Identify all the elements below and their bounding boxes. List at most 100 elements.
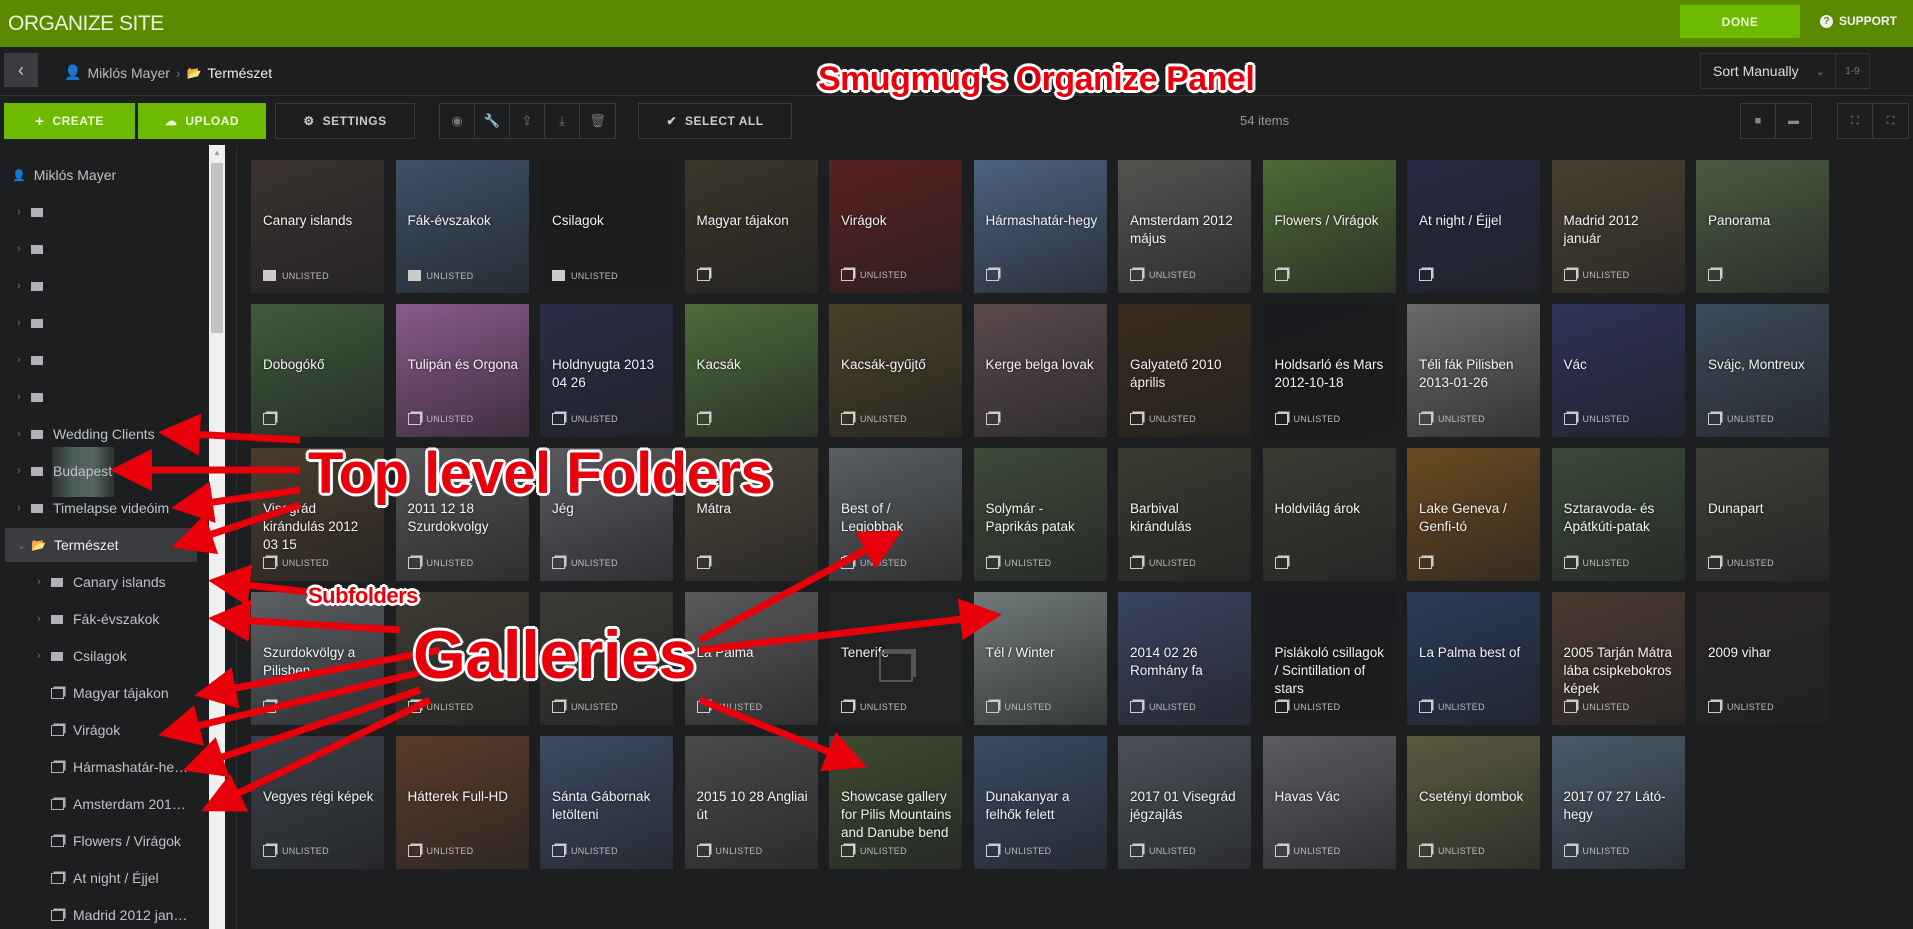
scroll-up-arrow[interactable]: ▲ bbox=[213, 148, 221, 157]
gallery-tile[interactable]: Madrid 2012 január UNLISTED bbox=[1551, 160, 1685, 293]
folder-tile[interactable]: Canary islands UNLISTED bbox=[251, 160, 384, 293]
gallery-tile[interactable]: Dunakanyar a felhők felett UNLISTED bbox=[973, 736, 1107, 869]
gallery-tile[interactable]: Hátterek Full-HD UNLISTED bbox=[395, 736, 529, 869]
sidebar-item[interactable]: › Timelapse videóim bbox=[0, 491, 192, 525]
sidebar-item[interactable]: Madrid 2012 jan… bbox=[0, 898, 192, 929]
sort-range-button[interactable]: 1-9 bbox=[1835, 54, 1869, 88]
gallery-tile[interactable]: 2015 10 28 Angliai út UNLISTED bbox=[684, 736, 818, 869]
sidebar-item[interactable]: › bbox=[0, 232, 192, 266]
sidebar-item[interactable]: › Canary islands bbox=[0, 565, 192, 599]
sidebar-item[interactable]: › bbox=[0, 195, 192, 229]
view-tile-icon[interactable]: ■ bbox=[1741, 104, 1776, 138]
gallery-tile[interactable]: At night / Éjjel bbox=[1407, 160, 1540, 293]
share-icon[interactable]: ⇪ bbox=[510, 104, 545, 138]
download-icon[interactable]: ⤓ bbox=[545, 104, 580, 138]
sidebar-item[interactable]: At night / Éjjel bbox=[0, 861, 192, 895]
gallery-tile[interactable]: Solymár - Paprikás patak UNLISTED bbox=[973, 448, 1107, 581]
sidebar-item[interactable]: › Wedding Clients bbox=[0, 417, 192, 451]
wrench-icon[interactable]: 🔧 bbox=[475, 104, 510, 138]
gallery-tile[interactable]: Holdnyugta 2013 04 26 UNLISTED bbox=[540, 304, 673, 437]
back-button[interactable]: ‹ bbox=[4, 53, 38, 87]
sort-dropdown[interactable]: Sort Manually ⌄ 1-9 bbox=[1700, 53, 1870, 89]
sidebar-item[interactable]: Hármashatár-he… bbox=[0, 750, 192, 784]
compress-icon[interactable]: ⛶ bbox=[1873, 104, 1908, 138]
gallery-tile[interactable]: Sánta Gábornak letölteni UNLISTED bbox=[540, 736, 673, 869]
view-caption-icon[interactable]: ▬ bbox=[1776, 104, 1811, 138]
expand-icon[interactable]: ⛶ bbox=[1838, 104, 1873, 138]
gallery-tile[interactable]: Kacsák bbox=[684, 304, 818, 437]
sidebar-item[interactable]: Amsterdam 201… bbox=[0, 787, 192, 821]
gallery-tile[interactable]: Tél / Winter UNLISTED bbox=[973, 592, 1107, 725]
sidebar-scrollbar[interactable]: ▲ bbox=[209, 145, 225, 929]
upload-button[interactable]: ☁ UPLOAD bbox=[138, 103, 266, 139]
gallery-tile[interactable]: Kacsák-gyűjtő UNLISTED bbox=[829, 304, 962, 437]
gallery-tile[interactable]: Galyatető 2010 április UNLISTED bbox=[1118, 304, 1251, 437]
chevron-right-icon[interactable]: › bbox=[17, 428, 31, 440]
chevron-right-icon[interactable]: › bbox=[17, 391, 31, 403]
chevron-down-icon[interactable]: ⌄ bbox=[17, 539, 31, 552]
gallery-tile[interactable]: Amsterdam 2012 május UNLISTED bbox=[1118, 160, 1251, 293]
sidebar-item[interactable]: › Csilagok bbox=[0, 639, 192, 673]
sidebar-item[interactable]: › bbox=[0, 343, 192, 377]
chevron-right-icon[interactable]: › bbox=[37, 576, 51, 588]
eye-icon[interactable]: ◉ bbox=[440, 104, 475, 138]
gallery-tile[interactable]: Vegyes régi képek UNLISTED bbox=[251, 736, 384, 869]
chevron-right-icon[interactable]: › bbox=[17, 317, 31, 329]
gallery-tile[interactable]: Havas Vác UNLISTED bbox=[1262, 736, 1396, 869]
sidebar-item[interactable]: Flowers / Virágok bbox=[0, 824, 192, 858]
gallery-tile[interactable]: Virágok UNLISTED bbox=[829, 160, 962, 293]
chevron-right-icon[interactable]: › bbox=[17, 206, 31, 218]
chevron-right-icon[interactable]: › bbox=[17, 465, 31, 477]
gallery-tile[interactable]: Tulipán és Orgona UNLISTED bbox=[395, 304, 529, 437]
folder-tile[interactable]: Fák-évszakok UNLISTED bbox=[395, 160, 529, 293]
sidebar-item[interactable]: › bbox=[0, 380, 192, 414]
create-button[interactable]: + CREATE bbox=[4, 103, 135, 139]
gallery-tile[interactable]: Kerge belga lovak bbox=[973, 304, 1107, 437]
gallery-tile[interactable]: Lake Geneva / Genfi-tó bbox=[1407, 448, 1540, 581]
settings-button[interactable]: ⚙ SETTINGS bbox=[275, 103, 415, 139]
gallery-tile[interactable]: Magyar tájakon bbox=[684, 160, 818, 293]
sidebar-item[interactable]: › bbox=[0, 306, 192, 340]
scrollbar-thumb[interactable] bbox=[211, 163, 223, 333]
chevron-right-icon[interactable]: › bbox=[17, 502, 31, 514]
gallery-tile[interactable]: Panorama bbox=[1696, 160, 1829, 293]
gallery-tile[interactable]: Sztaravoda- és Apátkúti-patak UNLISTED bbox=[1551, 448, 1685, 581]
gallery-tile[interactable]: Csetényi dombok UNLISTED bbox=[1407, 736, 1540, 869]
gallery-tile[interactable]: Dobogókő bbox=[251, 304, 384, 437]
sidebar-item[interactable]: › bbox=[0, 269, 192, 303]
gallery-tile[interactable]: Szurdokvölgy a Pilisben bbox=[251, 592, 384, 725]
gallery-tile[interactable]: 2017 01 Visegrád jégzajlás UNLISTED bbox=[1118, 736, 1251, 869]
breadcrumb-user[interactable]: Miklós Mayer bbox=[87, 65, 169, 81]
sidebar-item[interactable]: Virágok bbox=[0, 713, 192, 747]
select-all-button[interactable]: ✔ SELECT ALL bbox=[638, 103, 792, 139]
gallery-tile[interactable]: Hármashatár-hegy bbox=[973, 160, 1107, 293]
chevron-right-icon[interactable]: › bbox=[17, 243, 31, 255]
sidebar-item[interactable]: ⌄ 📂 Természet bbox=[5, 528, 197, 562]
gallery-tile[interactable]: La Palma UNLISTED bbox=[684, 592, 818, 725]
trash-icon[interactable]: 🗑 bbox=[580, 104, 615, 138]
gallery-tile[interactable]: 2014 02 26 Romhány fa UNLISTED bbox=[1118, 592, 1251, 725]
chevron-right-icon[interactable]: › bbox=[17, 280, 31, 292]
chevron-right-icon[interactable]: › bbox=[37, 650, 51, 662]
gallery-tile[interactable]: 2009 vihar UNLISTED bbox=[1696, 592, 1829, 725]
gallery-tile[interactable]: Vác UNLISTED bbox=[1551, 304, 1685, 437]
gallery-tile[interactable]: Holdvilág árok bbox=[1262, 448, 1396, 581]
gallery-tile[interactable]: Svájc, Montreux UNLISTED bbox=[1696, 304, 1829, 437]
done-button[interactable]: DONE bbox=[1680, 5, 1800, 38]
gallery-tile[interactable]: Showcase gallery for Pilis Mountains and… bbox=[829, 736, 962, 869]
gallery-tile[interactable]: Holdsarló és Mars 2012-10-18 UNLISTED bbox=[1262, 304, 1396, 437]
gallery-tile[interactable]: Dunapart UNLISTED bbox=[1696, 448, 1829, 581]
gallery-tile[interactable]: Best of / Legjobbak UNLISTED bbox=[829, 448, 962, 581]
gallery-tile[interactable]: Flowers / Virágok bbox=[1262, 160, 1396, 293]
gallery-tile[interactable]: Barbival kirándulás UNLISTED bbox=[1118, 448, 1251, 581]
sidebar-item[interactable]: Magyar tájakon bbox=[0, 676, 192, 710]
chevron-right-icon[interactable]: › bbox=[37, 613, 51, 625]
gallery-tile[interactable]: Pislákoló csillagok / Scintillation of s… bbox=[1262, 592, 1396, 725]
support-link[interactable]: ? SUPPORT bbox=[1820, 14, 1897, 28]
folder-tile[interactable]: Csilagok UNLISTED bbox=[540, 160, 673, 293]
gallery-tile[interactable]: Téli fák Pilisben 2013-01-26 UNLISTED bbox=[1407, 304, 1540, 437]
gallery-tile[interactable]: 2005 Tarján Mátra lába csipkebokros képe… bbox=[1551, 592, 1685, 725]
tree-root[interactable]: 👤 Miklós Mayer bbox=[12, 158, 204, 192]
sidebar-item[interactable]: › Budapest bbox=[0, 454, 192, 488]
sidebar-item[interactable]: › Fák-évszakok bbox=[0, 602, 192, 636]
